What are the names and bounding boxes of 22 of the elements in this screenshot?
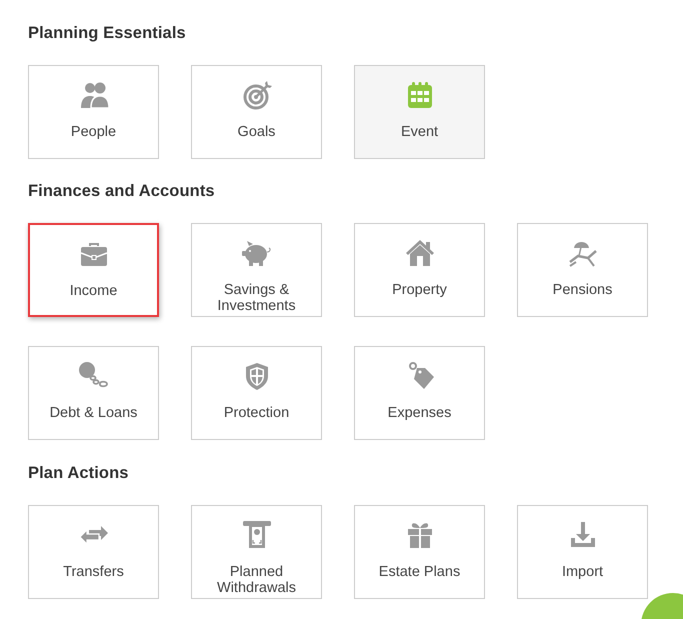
category-tile[interactable]: Goals [191, 65, 322, 159]
category-tile[interactable]: Protection [191, 346, 322, 440]
category-tile[interactable]: People [28, 65, 159, 159]
piggy-bank-icon [242, 238, 272, 268]
category-tile[interactable]: Estate Plans [354, 505, 485, 599]
category-tile[interactable]: Import [517, 505, 648, 599]
category-tile[interactable]: Pensions [517, 223, 648, 317]
section-title: Finances and Accounts [28, 181, 216, 202]
target-icon [242, 80, 272, 110]
category-tile[interactable]: Event [354, 65, 485, 159]
category-tile[interactable]: Income [28, 223, 159, 317]
category-tile[interactable]: Property [354, 223, 485, 317]
category-tile[interactable]: Savings & Investments [191, 223, 322, 317]
category-tile[interactable]: Debt & Loans [28, 346, 159, 440]
category-tile[interactable]: Expenses [354, 346, 485, 440]
people-icon [78, 80, 108, 110]
atm-cash-icon [242, 520, 272, 550]
section-title: Plan Actions [28, 463, 130, 484]
house-icon [404, 238, 434, 268]
category-tile[interactable]: Transfers [28, 505, 159, 599]
category-tile[interactable]: Planned Withdrawals [191, 505, 322, 599]
section-title: Planning Essentials [28, 23, 187, 44]
